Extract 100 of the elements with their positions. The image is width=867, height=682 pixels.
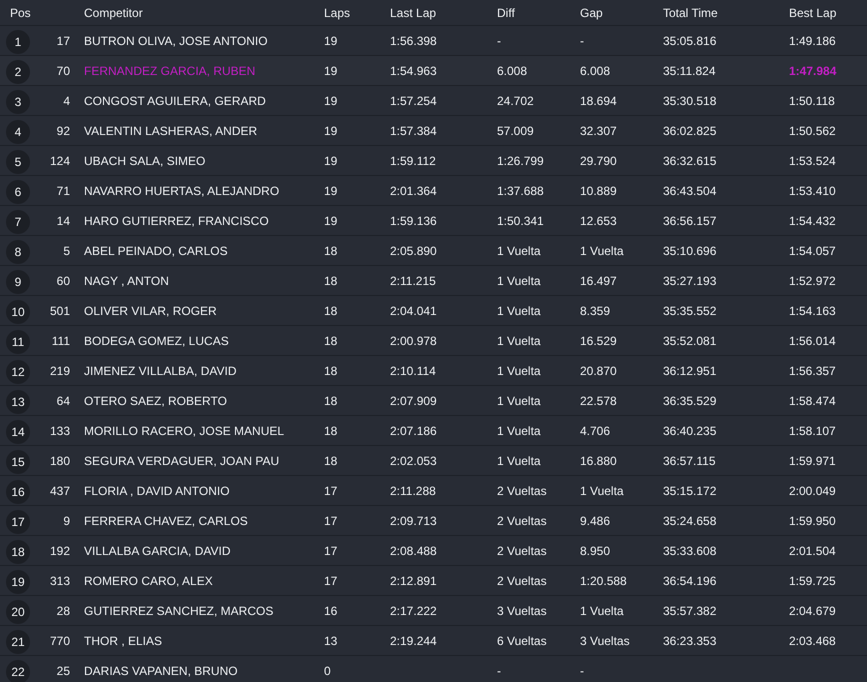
table-cell: 1:53.524 (789, 154, 836, 168)
table-cell: 18 (324, 454, 338, 468)
table-cell: 19 (324, 124, 338, 138)
competitor-name: FLORIA , DAVID ANTONIO (84, 484, 230, 498)
car-number: 92 (56, 124, 70, 138)
table-cell: 2:05.890 (390, 244, 437, 258)
table-cell: 36:56.157 (663, 214, 716, 228)
column-header: Laps (324, 6, 350, 20)
table-cell: 1:49.186 (789, 34, 836, 48)
competitor-name: JIMENEZ VILLALBA, DAVID (84, 364, 236, 378)
table-cell: 19 (324, 64, 338, 78)
position-badge: 14 (6, 420, 30, 444)
table-cell: 36:57.115 (663, 454, 716, 468)
table-cell: 2:07.186 (390, 424, 437, 438)
position-badge: 6 (6, 180, 30, 204)
table-cell: 17 (324, 574, 338, 588)
position-badge: 4 (6, 120, 30, 144)
competitor-name: UBACH SALA, SIMEO (84, 154, 206, 168)
table-cell: 1:50.341 (497, 214, 544, 228)
competitor-name: SEGURA VERDAGUER, JOAN PAU (84, 454, 280, 468)
car-number: 25 (56, 664, 70, 678)
table-cell: 1 Vuelta (497, 394, 541, 408)
car-number: 64 (56, 394, 70, 408)
competitor-name: ROMERO CARO, ALEX (84, 574, 213, 588)
table-cell: 1:56.357 (789, 364, 836, 378)
position-badge: 15 (6, 450, 30, 474)
table-cell: 0 (324, 664, 331, 678)
position-badge: 13 (6, 390, 30, 414)
competitor-name: OTERO SAEZ, ROBERTO (84, 394, 227, 408)
table-cell: 2:10.114 (390, 364, 436, 378)
table-cell: 17 (324, 544, 338, 558)
car-number: 111 (52, 334, 70, 348)
column-header: Diff (497, 6, 515, 20)
table-cell: 18 (324, 364, 338, 378)
competitor-name: CONGOST AGUILERA, GERARD (84, 94, 266, 108)
table-cell: 1:37.688 (497, 184, 544, 198)
table-cell: 6.008 (497, 64, 528, 78)
car-number: 192 (50, 544, 70, 558)
car-number: 28 (56, 604, 70, 618)
table-cell: 18 (324, 274, 338, 288)
position-badge: 8 (6, 240, 30, 264)
table-cell: 29.790 (580, 154, 617, 168)
table-cell: 8.950 (580, 544, 610, 558)
table-cell: 2:03.468 (789, 634, 836, 648)
table-cell: 57.009 (497, 124, 534, 138)
car-number: 180 (50, 454, 70, 468)
competitor-name: GUTIERREZ SANCHEZ, MARCOS (84, 604, 274, 618)
position-badge: 20 (6, 600, 30, 624)
car-number: 4 (63, 94, 70, 108)
competitor-name: MORILLO RACERO, JOSE MANUEL (84, 424, 284, 438)
table-cell: 2:00.049 (789, 484, 836, 498)
table-cell: 1:59.725 (789, 574, 836, 588)
table-cell: 1:58.474 (789, 394, 836, 408)
table-cell: 2:02.053 (390, 454, 437, 468)
table-cell: 36:23.353 (663, 634, 716, 648)
car-number: 17 (56, 34, 70, 48)
position-badge: 17 (6, 510, 30, 534)
position-badge: 7 (6, 210, 30, 234)
competitor-name: ABEL PEINADO, CARLOS (84, 244, 228, 258)
table-cell: 16.529 (580, 334, 617, 348)
table-cell: 2:09.713 (390, 514, 437, 528)
table-cell: 35:10.696 (663, 244, 716, 258)
competitor-name: BUTRON OLIVA, JOSE ANTONIO (84, 34, 268, 48)
position-badge: 10 (6, 300, 30, 324)
table-cell: - (497, 664, 501, 678)
car-number: 219 (50, 364, 70, 378)
position-badge: 11 (6, 330, 30, 354)
position-badge: 18 (6, 540, 30, 564)
table-cell: 1:53.410 (789, 184, 836, 198)
position-badge: 3 (6, 90, 30, 114)
table-cell: 1 Vuelta (497, 424, 541, 438)
table-cell: 1:20.588 (580, 574, 627, 588)
table-cell: 36:43.504 (663, 184, 716, 198)
position-badge: 22 (6, 660, 30, 682)
table-cell: 19 (324, 214, 338, 228)
table-cell: 1:54.057 (789, 244, 836, 258)
column-header: Gap (580, 6, 603, 20)
table-cell: 12.653 (580, 214, 617, 228)
table-cell: 8.359 (580, 304, 610, 318)
table-cell: 35:05.816 (663, 34, 716, 48)
table-cell: 35:24.658 (663, 514, 716, 528)
table-cell: 19 (324, 34, 338, 48)
table-cell: 35:11.824 (663, 64, 716, 78)
position-badge: 2 (6, 60, 30, 84)
table-cell: 1:50.118 (789, 94, 835, 108)
competitor-name: HARO GUTIERREZ, FRANCISCO (84, 214, 269, 228)
table-cell: 19 (324, 154, 338, 168)
table-cell: 35:35.552 (663, 304, 716, 318)
position-badge: 5 (6, 150, 30, 174)
position-badge: 21 (6, 630, 30, 654)
car-number: 70 (56, 64, 70, 78)
table-cell: 18 (324, 244, 338, 258)
table-cell: 1:52.972 (789, 274, 836, 288)
table-cell: 9.486 (580, 514, 610, 528)
competitor-name: VALENTIN LASHERAS, ANDER (84, 124, 258, 138)
table-cell: 1:57.254 (390, 94, 437, 108)
table-cell: 2 Vueltas (497, 514, 547, 528)
car-number: 124 (50, 154, 70, 168)
column-header: Competitor (84, 6, 143, 20)
table-cell: 35:30.518 (663, 94, 716, 108)
